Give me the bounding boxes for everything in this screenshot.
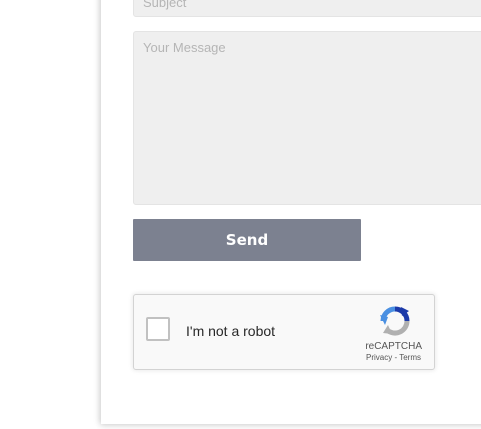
recaptcha-checkbox[interactable] bbox=[146, 317, 170, 341]
recaptcha-brand: reCAPTCHA bbox=[365, 341, 422, 352]
recaptcha-label: I'm not a robot bbox=[186, 323, 276, 339]
recaptcha-terms-link[interactable]: Terms bbox=[399, 353, 421, 362]
message-placeholder: Your Message bbox=[143, 40, 226, 55]
recaptcha-privacy-link[interactable]: Privacy bbox=[366, 353, 392, 362]
recaptcha-widget: I'm not a robot reCAPTCHA Privacy - Term… bbox=[133, 294, 435, 370]
recaptcha-links: Privacy - Terms bbox=[366, 353, 421, 362]
subject-placeholder: Subject bbox=[143, 0, 187, 10]
send-button[interactable]: Send bbox=[133, 219, 361, 261]
subject-field[interactable]: Subject bbox=[133, 0, 481, 17]
message-textarea[interactable]: Your Message bbox=[133, 31, 481, 205]
recaptcha-logo-icon bbox=[380, 306, 410, 336]
